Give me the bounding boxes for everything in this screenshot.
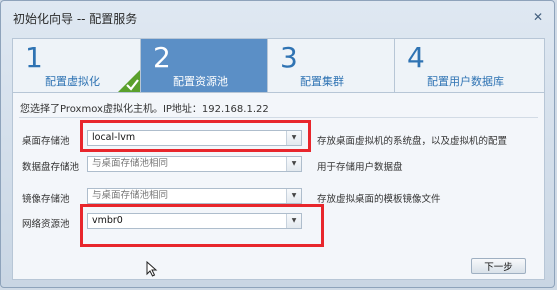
next-button[interactable]: 下一步: [471, 258, 526, 274]
step-3: 3 配置集群: [268, 39, 395, 92]
window-title: 初始化向导 -- 配置服务: [13, 12, 138, 26]
host-info-text: 您选择了Proxmox虚拟化主机。IP地址：192.168.1.22: [20, 104, 269, 115]
data-disk-storage-label: 数据盘存储池: [22, 162, 80, 173]
image-storage-desc: 存放虚拟桌面的模板镜像文件: [317, 194, 441, 205]
step-4: 4 配置用户数据库: [395, 39, 544, 92]
wizard-window: 初始化向导 -- 配置服务 ✕ 1 配置虚拟化 2 配置资源池 3 配置集群 4…: [0, 0, 555, 288]
step-number: 3: [280, 41, 298, 74]
image-storage-value: 与桌面存储池相同: [92, 190, 169, 201]
close-icon[interactable]: ✕: [531, 10, 545, 24]
chevron-down-icon[interactable]: ▼: [286, 189, 301, 203]
step-label: 配置用户数据库: [427, 75, 504, 88]
step-1: 1 配置虚拟化: [13, 39, 141, 92]
check-icon: [118, 70, 140, 92]
data-disk-storage-select[interactable]: 与桌面存储池相同 ▼: [87, 156, 302, 172]
image-storage-label: 镜像存储池: [22, 194, 70, 205]
config-panel: 您选择了Proxmox虚拟化主机。IP地址：192.168.1.22 桌面存储池…: [12, 93, 545, 280]
annotation-box-desktop-storage: [80, 120, 311, 152]
chevron-down-icon[interactable]: ▼: [286, 157, 301, 171]
mouse-cursor-icon: [146, 261, 158, 277]
desktop-storage-desc: 存放桌面虚拟机的系统盘，以及虚拟机的配置: [317, 136, 508, 147]
data-disk-storage-value: 与桌面存储池相同: [92, 158, 169, 169]
image-storage-select[interactable]: 与桌面存储池相同 ▼: [87, 188, 302, 204]
divider: [19, 117, 538, 118]
desktop-storage-label: 桌面存储池: [22, 136, 70, 147]
step-number: 2: [153, 41, 171, 74]
wizard-steps: 1 配置虚拟化 2 配置资源池 3 配置集群 4 配置用户数据库: [12, 38, 545, 93]
step-label: 配置集群: [300, 75, 344, 88]
annotation-box-network-pool: [80, 204, 324, 247]
step-2: 2 配置资源池: [141, 39, 268, 92]
step-number: 1: [25, 41, 43, 74]
data-disk-storage-desc: 用于存储用户数据盘: [317, 162, 403, 173]
step-label: 配置资源池: [173, 75, 228, 88]
step-number: 4: [407, 41, 425, 74]
title-bar: 初始化向导 -- 配置服务 ✕: [1, 1, 554, 31]
network-pool-label: 网络资源池: [22, 219, 70, 230]
step-label: 配置虚拟化: [45, 75, 100, 88]
